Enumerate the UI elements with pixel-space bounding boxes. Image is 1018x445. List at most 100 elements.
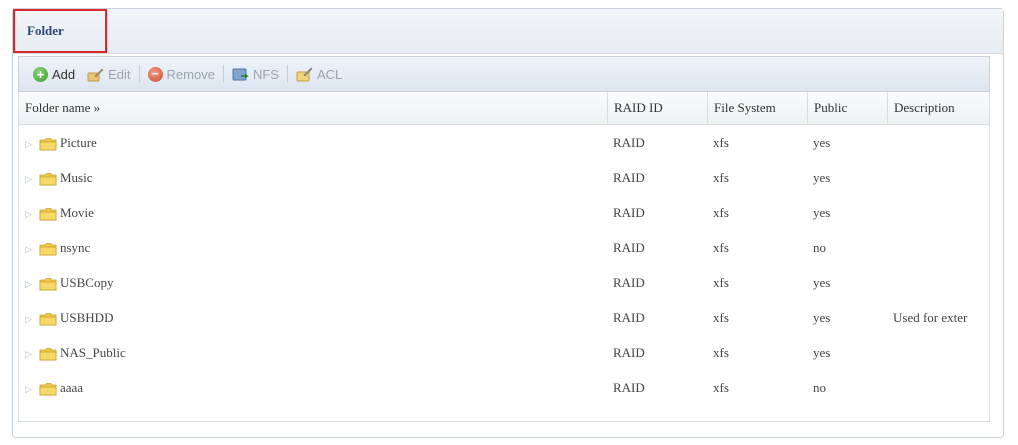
folder-name-cell: ▷ nsync (19, 230, 607, 265)
folder-name: nsync (60, 240, 91, 255)
raid-id-cell: RAID (613, 345, 645, 360)
file-system-cell: xfs (713, 310, 729, 325)
edit-button[interactable]: Edit (81, 65, 136, 84)
edit-icon (87, 68, 104, 81)
folder-name: aaaa (60, 380, 84, 395)
acl-icon (296, 67, 313, 81)
public-cell: yes (813, 205, 831, 220)
folder-name-cell: ▷ Picture (19, 125, 607, 160)
description-cell (887, 195, 989, 230)
add-button[interactable]: + Add (27, 65, 81, 84)
remove-label: Remove (166, 66, 215, 82)
raid-id-cell: RAID (613, 275, 645, 290)
folder-icon (39, 348, 57, 361)
acl-button[interactable]: ACL (290, 65, 348, 84)
folder-icon (39, 383, 57, 396)
table-row[interactable]: ▷ Picture RAID xfs yes (19, 125, 989, 160)
column-header-file-system[interactable]: File System (707, 92, 807, 124)
table-header: Folder name » RAID ID File System Public… (19, 92, 989, 125)
raid-id-cell: RAID (613, 380, 645, 395)
folder-name: USBCopy (60, 275, 114, 290)
table-row[interactable]: ▷ nsync RAID xfs no (19, 230, 989, 265)
expand-arrow-icon[interactable]: ▷ (25, 127, 39, 160)
table-row[interactable]: ▷ USBHDD RAID xfs yes Used for exter (19, 300, 989, 335)
description-cell: Used for exter (893, 310, 968, 325)
folder-name: USBHDD (60, 310, 114, 325)
raid-id-cell: RAID (613, 205, 645, 220)
folder-name-cell: ▷ USBHDD (19, 300, 607, 335)
public-cell: yes (813, 275, 831, 290)
remove-icon: − (147, 66, 163, 82)
table-row[interactable]: ▷ NAS_Public RAID xfs yes (19, 335, 989, 370)
remove-button[interactable]: − Remove (142, 65, 221, 84)
folder-name: NAS_Public (60, 345, 126, 360)
folder-icon (39, 313, 57, 326)
folder-icon (39, 173, 57, 186)
table-row[interactable]: ▷ USBCopy RAID xfs yes (19, 265, 989, 300)
add-icon: + (33, 66, 48, 82)
folder-name-cell: ▷ Music (19, 160, 607, 195)
file-system-cell: xfs (713, 345, 729, 360)
expand-arrow-icon[interactable]: ▷ (25, 232, 39, 265)
acl-label: ACL (316, 66, 343, 82)
raid-id-cell: RAID (613, 170, 645, 185)
public-cell: yes (813, 135, 831, 150)
file-system-cell: xfs (713, 380, 729, 395)
public-cell: yes (813, 170, 831, 185)
folder-name: Picture (60, 135, 97, 150)
column-header-raid-id[interactable]: RAID ID (607, 92, 707, 124)
folder-icon (39, 138, 57, 151)
toolbar-separator (222, 65, 224, 83)
raid-id-cell: RAID (613, 240, 645, 255)
description-cell (887, 125, 989, 160)
expand-arrow-icon[interactable]: ▷ (25, 372, 39, 405)
file-system-cell: xfs (713, 205, 729, 220)
file-system-cell: xfs (713, 275, 729, 290)
public-cell: yes (813, 345, 831, 360)
folder-name-cell: ▷ USBCopy (19, 265, 607, 300)
folder-name-cell: ▷ NAS_Public (19, 335, 607, 370)
nfs-button[interactable]: NFS (226, 65, 285, 84)
folder-name-cell: ▷ aaaa (19, 370, 607, 405)
file-system-cell: xfs (713, 170, 729, 185)
column-header-folder-name[interactable]: Folder name » (19, 92, 607, 124)
expand-arrow-icon[interactable]: ▷ (25, 337, 39, 370)
folder-table: Folder name » RAID ID File System Public… (18, 92, 990, 422)
folder-icon (39, 208, 57, 221)
table-row[interactable]: ▷ Movie RAID xfs yes (19, 195, 989, 230)
public-cell: no (813, 240, 826, 255)
column-header-public[interactable]: Public (807, 92, 887, 124)
description-cell (887, 160, 989, 195)
description-cell (887, 335, 989, 370)
folder-name: Music (60, 170, 93, 185)
toolbar: + Add Edit − Remove NFS ACL (18, 56, 990, 92)
expand-arrow-icon[interactable]: ▷ (25, 162, 39, 195)
table-row[interactable]: ▷ aaaa RAID xfs no (19, 370, 989, 405)
file-system-cell: xfs (713, 240, 729, 255)
folder-icon (39, 278, 57, 291)
public-cell: no (813, 380, 826, 395)
raid-id-cell: RAID (613, 310, 645, 325)
edit-label: Edit (108, 66, 131, 82)
nfs-icon (232, 68, 249, 80)
toolbar-separator (138, 65, 140, 83)
add-label: Add (52, 66, 76, 82)
toolbar-separator (286, 65, 288, 83)
folder-icon (39, 243, 57, 256)
description-cell (887, 230, 989, 265)
description-cell (887, 370, 989, 405)
public-cell: yes (813, 310, 831, 325)
column-header-description[interactable]: Description (887, 92, 989, 124)
folder-name-cell: ▷ Movie (19, 195, 607, 230)
description-cell (887, 265, 989, 300)
expand-arrow-icon[interactable]: ▷ (25, 267, 39, 300)
folder-name: Movie (60, 205, 94, 220)
expand-arrow-icon[interactable]: ▷ (25, 302, 39, 335)
panel-header: Folder (13, 9, 1003, 54)
raid-id-cell: RAID (613, 135, 645, 150)
nfs-label: NFS (252, 66, 279, 82)
table-row[interactable]: ▷ Music RAID xfs yes (19, 160, 989, 195)
file-system-cell: xfs (713, 135, 729, 150)
panel-title: Folder (13, 9, 107, 53)
expand-arrow-icon[interactable]: ▷ (25, 197, 39, 230)
